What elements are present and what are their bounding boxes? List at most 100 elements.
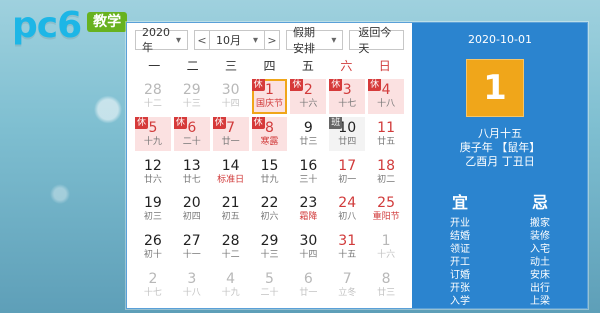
day-cell[interactable]: 22 初六 [252,192,288,227]
chevron-down-icon: ▾ [331,34,337,46]
lunar-text: 二十 [182,136,201,147]
logo: pc6 教学 [12,5,128,50]
logo-mark: pc6 [12,5,82,46]
calendar-widget: 2020年 ▾ < 10月 ▾ > 假期安排 ▾ 返回今天 一 二 三 四 五 … [126,22,588,309]
day-number: 8 [381,270,391,287]
day-number: 17 [338,157,357,174]
weekday-sun: 日 [378,59,391,73]
day-number: 22 [260,195,279,212]
chevron-right-icon: > [267,33,277,47]
lunar-text: 立冬 [338,287,357,298]
day-cell[interactable]: 14 标准日 [213,154,249,189]
day-number: 28 [144,82,162,99]
day-cell[interactable]: 5 二十 [252,267,288,302]
lunar-text: 初三 [143,212,162,223]
day-cell[interactable]: 28 十二 [135,79,171,114]
back-to-today-button[interactable]: 返回今天 [349,26,404,55]
day-cell[interactable]: 17 初一 [329,154,365,189]
day-cell[interactable]: 26 初十 [135,230,171,265]
day-cell[interactable]: 21 初五 [213,192,249,227]
day-cell[interactable]: 20 初四 [174,192,210,227]
lunar-text: 标准日 [217,174,245,185]
day-cell[interactable]: 2 十七 [135,267,171,302]
month-select[interactable]: 10月 ▾ [210,30,265,50]
lunar-line-2: 庚子年 【鼠年】 [459,141,541,154]
day-number: 12 [144,157,162,174]
lunar-text: 初五 [221,212,240,223]
ji-title: 忌 [531,193,548,212]
lunar-text: 十二 [221,249,240,260]
lunar-text: 初十 [143,249,162,260]
day-cell[interactable]: 休 8 寒露 [251,116,288,152]
day-cell[interactable]: 休 3 十七 [329,79,366,114]
day-number: 6 [187,119,197,136]
year-select[interactable]: 2020年 ▾ [135,26,189,54]
day-cell[interactable]: 16 三十 [290,154,326,189]
day-cell[interactable]: 休 6 二十 [173,116,210,152]
day-cell[interactable]: 23 霜降 [290,192,326,227]
day-cell[interactable]: 13 廿七 [174,154,210,189]
day-number: 16 [299,157,318,174]
ji-item: 搬家 [530,218,550,229]
day-cell[interactable]: 29 十三 [252,230,288,265]
ji-item: 装修 [530,231,550,242]
weekday-tue: 二 [186,59,199,73]
day-number: 5 [265,270,274,287]
day-cell[interactable]: 28 十二 [213,230,249,265]
day-cell[interactable]: 6 廿一 [290,267,326,302]
day-number: 26 [144,232,162,249]
day-cell[interactable]: 9 廿三 [290,117,326,152]
day-number: 30 [221,82,240,99]
calendar-left-panel: 2020年 ▾ < 10月 ▾ > 假期安排 ▾ 返回今天 一 二 三 四 五 … [127,23,412,308]
day-cell[interactable]: 27 十一 [174,230,210,265]
day-cell[interactable]: 19 初三 [135,192,171,227]
next-month-button[interactable]: > [264,30,281,50]
yi-item: 入学 [450,296,470,307]
back-to-today-label: 返回今天 [358,26,392,55]
yi-column: 宜 开业 结婚 领证 开工 订婚 开张 入学 求嗣 [430,189,490,308]
day-number: 4 [226,270,236,287]
day-cell[interactable]: 30 十四 [290,230,326,265]
day-number: 5 [148,119,158,136]
day-number: 9 [303,119,313,136]
prev-month-button[interactable]: < [194,30,211,50]
day-cell[interactable]: 8 廿三 [368,267,404,302]
day-number: 29 [260,232,279,249]
ji-item: 入宅 [530,244,550,255]
lunar-text: 十二 [143,99,162,110]
day-cell[interactable]: 休 1 国庆节 [251,79,288,114]
day-cell[interactable]: 29 十三 [174,79,210,114]
day-cell[interactable]: 24 初八 [329,192,365,227]
day-cell[interactable]: 15 廿九 [252,154,288,189]
day-cell[interactable]: 12 廿六 [135,154,171,189]
day-cell[interactable]: 30 十四 [213,79,249,114]
day-cell[interactable]: 3 十八 [174,267,210,302]
lunar-text: 十七 [338,99,357,110]
month-select-value: 10月 [216,34,242,47]
ji-item: 安床 [530,270,550,281]
lunar-text: 初四 [182,212,201,223]
day-cell[interactable]: 11 廿五 [368,117,404,152]
holiday-select[interactable]: 假期安排 ▾ [286,26,344,55]
day-cell[interactable]: 休 5 十九 [135,116,171,152]
day-number: 29 [182,82,201,99]
day-cell[interactable]: 31 十五 [329,230,365,265]
day-cell[interactable]: 4 十九 [213,267,249,302]
day-cell[interactable]: 25 重阳节 [368,192,404,227]
day-cell[interactable]: 休 2 十六 [290,79,327,114]
weekday-fri: 五 [301,59,314,73]
day-number: 1 [381,232,391,249]
calendar-right-panel: 2020-10-01 1 八月十五 庚子年 【鼠年】 乙酉月 丁丑日 宜 开业 … [412,23,587,308]
yi-item: 领证 [450,244,470,255]
day-cell[interactable]: 1 十六 [368,230,404,265]
lunar-text: 十七 [143,287,162,298]
day-cell[interactable]: 班 10 廿四 [329,116,366,152]
day-cell[interactable]: 7 立冬 [329,267,365,302]
day-cell[interactable]: 休 7 廿一 [212,116,249,152]
yi-item: 订婚 [450,270,470,281]
day-cell[interactable]: 18 初二 [368,154,404,189]
lunar-text: 十六 [377,249,396,260]
lunar-text: 廿一 [221,136,240,147]
day-cell[interactable]: 休 4 十八 [368,79,404,114]
lunar-text: 初一 [338,174,357,185]
